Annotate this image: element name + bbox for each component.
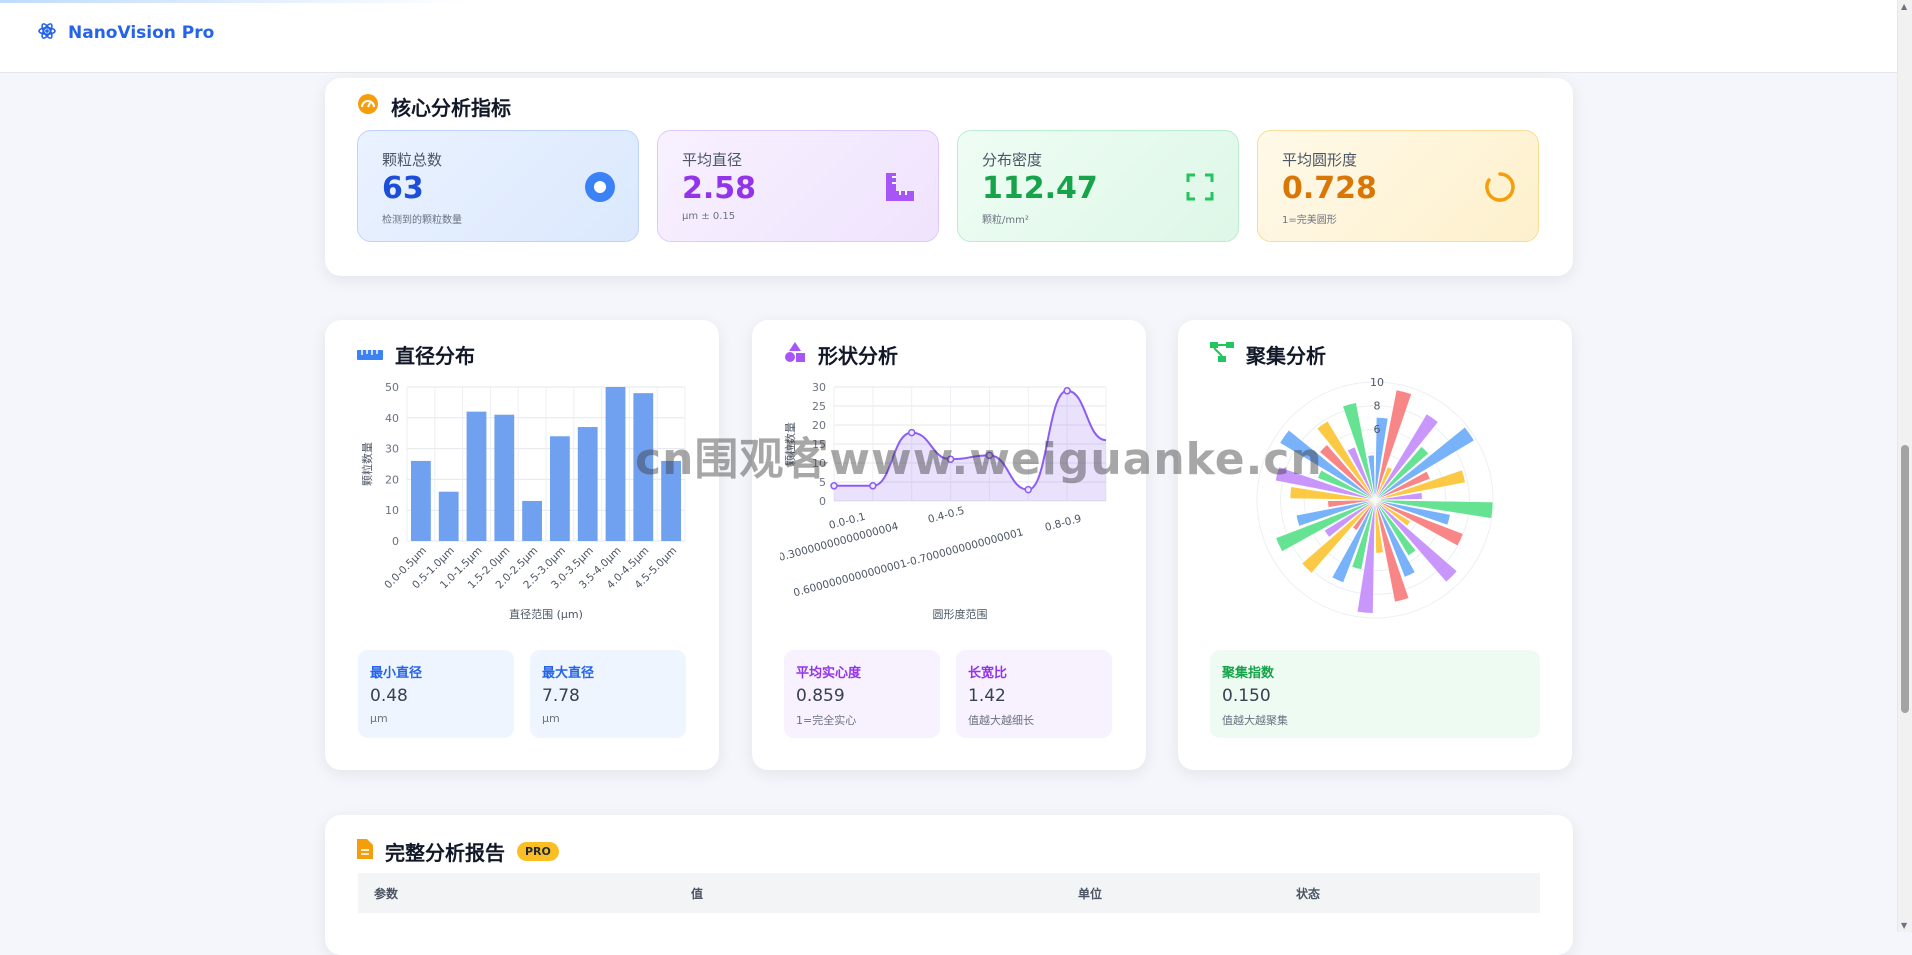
file-icon	[357, 839, 373, 864]
data-point	[1024, 485, 1033, 494]
core-metrics-card: 核心分析指标 颗粒总数 63 检测到的颗粒数量 平均直径 2.58 μm ± 0…	[325, 78, 1573, 276]
core-metrics-title: 核心分析指标	[357, 92, 511, 121]
y-tick-label: 20	[385, 473, 399, 486]
metric-label: 平均圆形度	[1282, 151, 1358, 169]
metric-label: 分布密度	[982, 151, 1043, 169]
scroll-down-arrow-icon[interactable]: ▼	[1901, 921, 1907, 930]
top-bar: NanoVision Pro	[0, 0, 1898, 73]
diameter-title: 直径分布	[357, 340, 475, 369]
expand-icon	[1184, 171, 1216, 207]
shape-title: 形状分析	[784, 340, 898, 369]
stat-value: 0.859	[796, 686, 845, 706]
stat-min-diameter: 最小直径 0.48 μm	[358, 650, 514, 738]
stat-solidity: 平均实心度 0.859 1=完全实心	[784, 650, 940, 738]
y-tick-label: 50	[385, 381, 399, 394]
r-tick-label: 6	[1374, 423, 1381, 436]
report-title: 完整分析报告 PRO	[357, 837, 559, 866]
ruler-horizontal-icon	[357, 343, 383, 367]
stat-aspect-ratio: 长宽比 1.42 值越大越细长	[956, 650, 1112, 738]
diameter-bar-chart: 010203040500.0-0.5μm0.5-1.0μm1.0-1.5μm1.…	[360, 381, 686, 621]
metric-circularity: 平均圆形度 0.728 1=完美圆形	[1257, 130, 1539, 242]
metric-density: 分布密度 112.47 颗粒/mm²	[957, 130, 1239, 242]
shapes-icon	[784, 341, 806, 368]
y-tick-label: 30	[385, 443, 399, 456]
bar	[411, 460, 431, 541]
x-tick-label: 0.6000000000000001-0.7000000000000001	[792, 526, 1025, 599]
cluster-polar-chart: 6 8 10	[1256, 376, 1494, 619]
loading-accent	[0, 0, 470, 3]
metric-mean-diameter: 平均直径 2.58 μm ± 0.15	[657, 130, 939, 242]
y-tick-label: 0	[819, 495, 826, 508]
network-icon	[1210, 342, 1234, 367]
bar	[550, 436, 570, 541]
stat-value: 0.48	[370, 686, 408, 706]
x-tick-label: 0.4-0.5	[927, 505, 966, 526]
r-tick-label: 8	[1374, 400, 1381, 413]
page-scrollbar[interactable]: ▲ ▼	[1897, 0, 1912, 932]
gauge-icon	[357, 93, 379, 120]
y-tick-label: 30	[812, 381, 826, 394]
metric-label: 平均直径	[682, 151, 743, 169]
y-tick-label: 25	[812, 400, 826, 413]
bar	[466, 411, 487, 541]
metric-sub: 检测到的颗粒数量	[382, 215, 462, 226]
stat-unit: 值越大越聚集	[1222, 714, 1288, 727]
stat-max-diameter: 最大直径 7.78 μm	[530, 650, 686, 738]
stat-title: 最大直径	[542, 666, 595, 681]
stat-value: 7.78	[542, 686, 580, 706]
y-axis-label: 颗粒数量	[360, 442, 374, 486]
col-param[interactable]: 参数	[374, 885, 398, 902]
cluster-title: 聚集分析	[1210, 340, 1326, 369]
stat-title: 长宽比	[968, 666, 1008, 681]
stat-title: 平均实心度	[796, 666, 862, 681]
data-point	[1063, 387, 1071, 395]
metric-value: 0.728	[1282, 171, 1377, 206]
stat-title: 最小直径	[370, 666, 423, 681]
y-tick-label: 0	[392, 535, 399, 548]
stat-unit: μm	[542, 712, 560, 725]
pro-badge: PRO	[517, 842, 559, 861]
report-table-header: 参数 值 单位 状态	[358, 873, 1540, 913]
x-axis-label: 直径范围 (μm)	[509, 607, 583, 621]
scroll-up-arrow-icon[interactable]: ▲	[1901, 2, 1907, 11]
col-status[interactable]: 状态	[1296, 885, 1320, 902]
ruler-icon	[884, 171, 916, 207]
watermark: cn围观客www.weiguanke.cn	[635, 434, 1323, 485]
x-axis-label: 圆形度范围	[933, 607, 988, 621]
metric-label: 颗粒总数	[382, 151, 443, 169]
stat-unit: 值越大越细长	[968, 714, 1034, 727]
stat-unit: μm	[370, 712, 388, 725]
y-tick-label: 10	[385, 504, 399, 517]
bar	[438, 491, 459, 541]
y-tick-label: 40	[385, 412, 399, 425]
metric-value: 63	[382, 171, 424, 206]
bar	[494, 414, 515, 541]
x-tick-label: 0.0-0.1	[828, 511, 867, 532]
stat-cluster-index: 聚集指数 0.150 值越大越聚集	[1210, 650, 1540, 738]
bar	[605, 387, 626, 541]
scrollbar-thumb[interactable]	[1901, 445, 1909, 713]
r-tick-label: 10	[1370, 376, 1384, 389]
x-tick-label: 0.8-0.9	[1044, 513, 1083, 534]
bar	[522, 500, 542, 541]
metric-sub: 1=完美圆形	[1282, 215, 1337, 226]
metric-particle-count: 颗粒总数 63 检测到的颗粒数量	[357, 130, 639, 242]
col-unit[interactable]: 单位	[1078, 885, 1102, 902]
atom-icon	[38, 22, 56, 44]
circle-notch-icon	[1484, 171, 1516, 207]
stat-title: 聚集指数	[1222, 666, 1275, 681]
shape-area-chart: 0510152025300.0-0.10.300000000000000040.…	[780, 381, 1107, 621]
metric-sub: 颗粒/mm²	[982, 215, 1029, 226]
brand[interactable]: NanoVision Pro	[38, 22, 214, 44]
col-value[interactable]: 值	[691, 885, 703, 902]
metric-sub: μm ± 0.15	[682, 211, 736, 222]
stat-value: 1.42	[968, 686, 1006, 706]
target-icon	[584, 171, 616, 207]
bar	[577, 427, 598, 541]
metric-value: 2.58	[682, 171, 757, 206]
stat-value: 0.150	[1222, 686, 1271, 706]
stat-unit: 1=完全实心	[796, 714, 857, 727]
metric-value: 112.47	[982, 171, 1098, 206]
app-name: NanoVision Pro	[68, 23, 215, 43]
